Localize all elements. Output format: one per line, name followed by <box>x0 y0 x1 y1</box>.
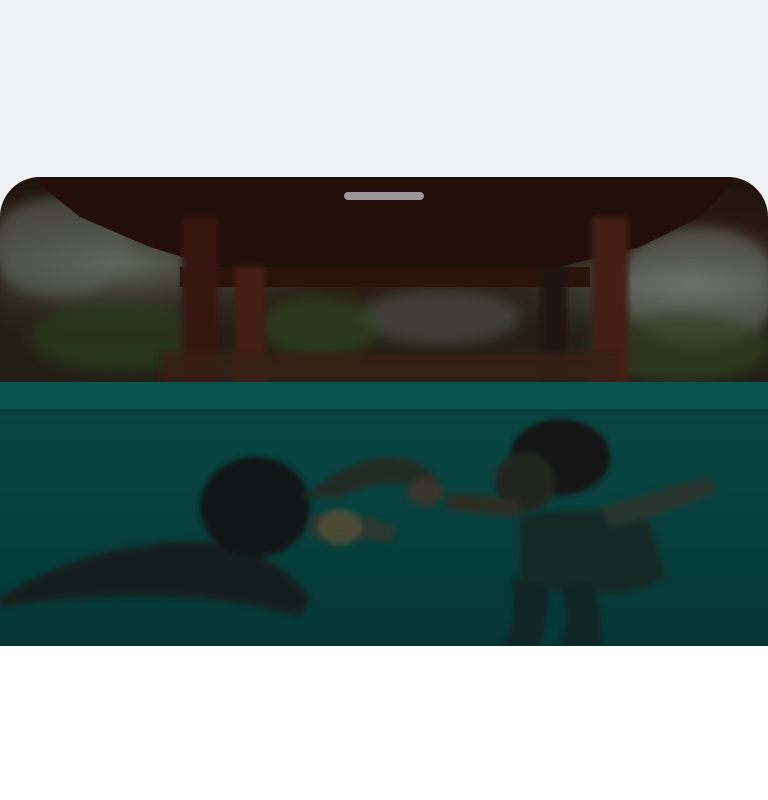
sheet-content-area <box>0 646 768 800</box>
underwater-couple-photo <box>0 177 768 646</box>
bottom-sheet[interactable] <box>0 177 768 800</box>
drag-handle-icon[interactable] <box>344 192 424 200</box>
